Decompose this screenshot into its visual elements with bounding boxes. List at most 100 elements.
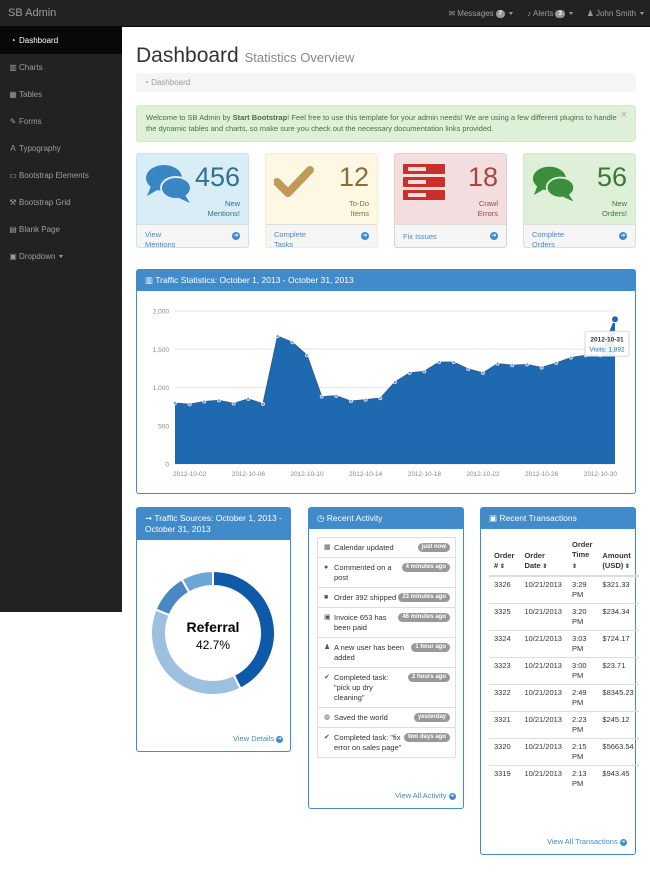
table-cell: 10/21/2013 <box>519 765 567 792</box>
panel-title: Recent Transactions <box>499 513 577 523</box>
stat-link-text[interactable]: Complete Orders <box>532 230 564 249</box>
data-point[interactable] <box>495 361 500 366</box>
list-item[interactable]: ▦ just now Calendar updated <box>318 538 455 558</box>
data-point[interactable] <box>187 402 192 407</box>
stat-link-line2: Orders <box>532 240 555 249</box>
data-point[interactable] <box>554 361 559 365</box>
view-all-activity-link[interactable]: View All Activity ➜ <box>395 791 456 800</box>
activity-list: ▦ just now Calendar updated ● 4 minutes ago C… <box>317 537 456 758</box>
sidebar-item-charts[interactable]: ▥ Charts <box>0 54 122 81</box>
data-point[interactable] <box>217 398 221 403</box>
list-item[interactable]: ✔ 2 hours ago Completed task: "pick up dry… <box>318 668 455 708</box>
table-row[interactable]: 3320 10/21/2013 2:15 PM $5663.54 <box>489 738 639 766</box>
table-row[interactable]: 3326 10/21/2013 3:29 PM $321.33 <box>489 575 639 604</box>
data-point[interactable] <box>611 315 619 324</box>
stat-link-text[interactable]: Fix Issues <box>403 232 437 241</box>
data-point[interactable] <box>569 355 573 360</box>
stat-label: New Orders! <box>602 199 627 219</box>
user-dropdown[interactable]: ♟ John Smith <box>587 9 644 18</box>
table-cell: 3326 <box>489 575 520 604</box>
data-point[interactable] <box>319 394 324 399</box>
data-point[interactable] <box>510 363 515 368</box>
complete-orders-link[interactable]: Complete Orders ➜ <box>524 224 635 249</box>
data-point[interactable] <box>275 334 280 339</box>
list-item[interactable]: ● 4 minutes ago Commented on a post <box>318 558 455 588</box>
data-point[interactable] <box>261 402 265 406</box>
view-details-link[interactable]: View Details ➜ <box>233 734 284 743</box>
data-point[interactable] <box>334 394 339 398</box>
data-point[interactable] <box>437 360 441 365</box>
list-item[interactable]: ▣ 46 minutes ago Invoice 653 has been paid <box>318 608 455 638</box>
data-point[interactable] <box>173 401 177 406</box>
table-row[interactable]: 3321 10/21/2013 2:23 PM $245.12 <box>489 711 639 739</box>
column-header[interactable]: Order # ⇕ <box>489 537 520 577</box>
traffic-donut-chart[interactable]: Referral 42.7% <box>137 540 290 700</box>
sidebar-item-dropdown[interactable]: ▣ Dropdown <box>0 243 122 270</box>
data-point[interactable] <box>525 362 529 367</box>
data-point[interactable] <box>407 371 412 375</box>
table-row[interactable]: 3323 10/21/2013 3:00 PM $23.71 <box>489 657 639 685</box>
stat-panel-orders: 56 New Orders! Complete Orders ➜ <box>523 153 636 249</box>
data-point[interactable] <box>539 365 544 370</box>
truck-icon: ■ <box>324 594 329 601</box>
data-point[interactable] <box>349 399 353 404</box>
x-tick-label: 2012-10-22 <box>466 471 500 478</box>
data-point[interactable] <box>378 396 383 401</box>
complete-tasks-link[interactable]: Complete Tasks ➜ <box>266 224 377 249</box>
data-point[interactable] <box>202 399 207 404</box>
donut-slice[interactable] <box>180 569 214 594</box>
alerts-dropdown[interactable]: ♪ Alerts 3 <box>527 9 573 18</box>
table-cell: 3325 <box>489 603 520 631</box>
time-badge: 23 minutes ago <box>398 593 450 602</box>
messages-dropdown[interactable]: ✉ Messages 7 <box>448 9 513 18</box>
stat-label: Crawl Errors <box>478 199 498 219</box>
y-tick-label: 1,000 <box>153 385 170 392</box>
list-item[interactable]: ✔ two days ago Completed task: "fix error … <box>318 728 455 757</box>
column-header[interactable]: Order Time ⇕ <box>566 537 598 577</box>
data-point[interactable] <box>231 401 236 406</box>
data-point[interactable] <box>451 360 456 365</box>
data-point[interactable] <box>246 397 251 401</box>
column-header[interactable]: Order Date ⇕ <box>519 537 567 577</box>
data-point[interactable] <box>466 367 471 372</box>
brand-link[interactable]: SB Admin <box>8 7 56 19</box>
data-point[interactable] <box>305 353 309 358</box>
stat-link-text[interactable]: Complete Tasks <box>274 230 306 249</box>
time-badge: just now <box>417 543 450 552</box>
sidebar-item-tables[interactable]: ▦ Tables <box>0 81 122 108</box>
table-row[interactable]: 3325 10/21/2013 3:20 PM $234.34 <box>489 603 639 631</box>
data-point[interactable] <box>290 340 295 345</box>
view-all-transactions-link[interactable]: View All Transactions ➜ <box>547 837 627 846</box>
sidebar-item-blank-page[interactable]: ▤ Blank Page <box>0 216 122 243</box>
table-row[interactable]: 3324 10/21/2013 3:03 PM $724.17 <box>489 630 639 658</box>
alert-link[interactable]: Start Bootstrap <box>233 113 288 122</box>
sidebar-item-dashboard[interactable]: ◔ Dashboard <box>0 27 122 54</box>
sidebar-item-bootstrap-elements[interactable]: ▭ Bootstrap Elements <box>0 162 122 189</box>
arrow-circle-right-icon: ➜ <box>448 792 456 800</box>
column-header[interactable]: Amount (USD) ⇕ <box>597 537 639 577</box>
donut-center-label: Referral <box>187 619 240 635</box>
sidebar-item-typography[interactable]: A Typography <box>0 135 122 162</box>
stat-link-text[interactable]: View Mentions <box>145 230 175 249</box>
sidebar-item-forms[interactable]: ✎ Forms <box>0 108 122 135</box>
data-point[interactable] <box>422 369 427 374</box>
y-tick-label: 2,000 <box>153 309 170 316</box>
stat-link-line1: View <box>145 230 162 239</box>
close-icon[interactable]: × <box>621 110 627 121</box>
table-icon: ▦ <box>9 90 17 99</box>
list-item[interactable]: ◍ yesterday Saved the world <box>318 708 455 728</box>
table-row[interactable]: 3322 10/21/2013 2:49 PM $8345.23 <box>489 684 639 712</box>
activity-text: A new user has been added <box>334 643 405 662</box>
data-point[interactable] <box>393 380 397 385</box>
list-item[interactable]: ■ 23 minutes ago Order 392 shipped <box>318 588 455 608</box>
view-mentions-link[interactable]: View Mentions ➜ <box>137 224 248 249</box>
data-point[interactable] <box>363 397 368 402</box>
table-row[interactable]: 3319 10/21/2013 2:13 PM $943.45 <box>489 765 639 792</box>
server-icon <box>403 164 445 200</box>
sidebar-item-bootstrap-grid[interactable]: ⚒ Bootstrap Grid <box>0 189 122 216</box>
list-item[interactable]: ♟ 1 hour ago A new user has been added <box>318 638 455 668</box>
fix-issues-link[interactable]: Fix Issues ➜ <box>395 224 506 247</box>
data-point[interactable] <box>481 371 485 375</box>
traffic-area-chart[interactable]: 0 500 1,000 1,500 2,000 2012-10-02 2012-10-06 2… <box>137 291 635 493</box>
messages-label: Messages <box>457 9 494 18</box>
